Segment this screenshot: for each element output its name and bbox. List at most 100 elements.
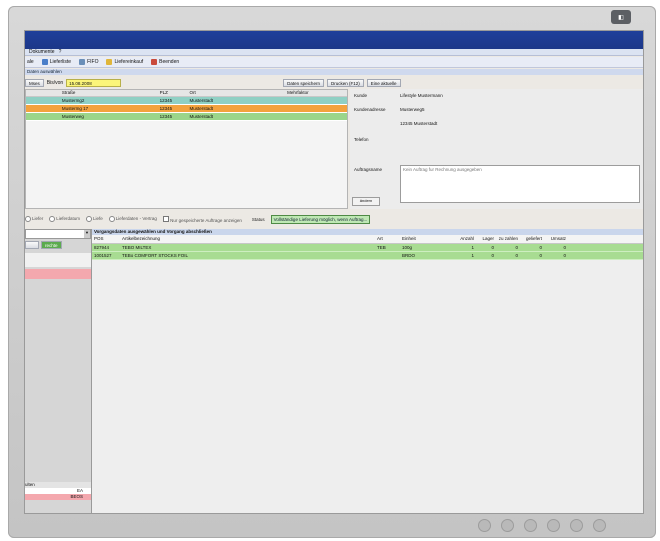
table-cell: Musterweg [61, 114, 84, 119]
date-value: 15.08.2008 [69, 81, 92, 86]
table-cell: Mustermg2 [61, 98, 85, 103]
toolbar-item-fifo[interactable]: FIFO [79, 59, 98, 65]
grid-header-cell[interactable]: Umsatz [542, 235, 566, 243]
folder-icon [106, 59, 113, 65]
detail-value: 12345 Musterstadt [400, 121, 438, 126]
table-cell [26, 105, 62, 112]
table-cell: TEBo COMFORT STOCKS FOIL [122, 253, 189, 258]
change-button[interactable]: ändern [352, 197, 380, 206]
grid-header-cell: Straße [61, 90, 76, 95]
grid-header-cell[interactable]: Einheit [402, 235, 452, 243]
radio-label: Lieferdatum [56, 216, 81, 222]
options-row: Liefer Lieferdatum Liefe Lieferdaten - V… [25, 214, 643, 224]
sidebar-bottom-value: BEOS [25, 494, 91, 500]
sidebar-small-button[interactable] [25, 241, 39, 249]
table-cell [26, 113, 62, 120]
sidebar-highlight [25, 269, 91, 279]
grid-header: Straße PLZ Ort Mehrfaktor [26, 90, 347, 97]
grid-header-cell[interactable]: Artikelbezeichnung [122, 235, 377, 243]
items-grid: Vorgangsdaten ausgewählen und Vorgang ab… [92, 229, 643, 513]
radio-option[interactable]: Lieferdaten - Vertrag [108, 216, 157, 222]
customer-details: Kunde Lifestyle Mustermann Kundenadresse… [350, 89, 643, 209]
sidebar-dropdown[interactable]: ▼ [25, 229, 91, 239]
filter-row: Mses Bis/von 15.08.2008 Daten speichern … [25, 77, 643, 89]
toolbar-label: FIFO [87, 59, 99, 65]
list-icon [41, 59, 48, 65]
table-cell: Mustermg 17 [61, 106, 89, 111]
grid-header-cell: PLZ [159, 90, 168, 95]
toolbar: ale Lieferliste FIFO Liefereinkauf Beend… [25, 57, 643, 68]
radio-icon [49, 216, 56, 222]
toolbar-item-beenden[interactable]: Beenden [151, 59, 179, 65]
grid-header-cell[interactable]: geliefert [518, 235, 542, 243]
print-button[interactable]: Drucken (F12) [326, 79, 364, 87]
detail-label: Kundenadresse [354, 107, 386, 112]
power-button-icon[interactable]: ◧ [611, 10, 631, 24]
toolbar-label: Beenden [159, 59, 180, 65]
menu-item-dokumente[interactable]: Dokumente [29, 49, 55, 55]
mses-button[interactable]: Mses [25, 79, 44, 87]
table-cell: TEBO MILTEX [122, 245, 152, 250]
grid-header-cell[interactable]: Lager [474, 235, 494, 243]
toolbar-label: Lieferliste [49, 59, 72, 65]
table-cell: 0 [563, 245, 566, 250]
toolbar-item-ale[interactable]: ale [27, 59, 34, 65]
order-textbox[interactable]: Kein Auftrag fur Rechnung ausgegeben [400, 165, 640, 203]
grid-header-cell[interactable]: zu zahlen [494, 235, 518, 243]
grid-header-cell[interactable]: Anzahl [452, 235, 474, 243]
radio-option[interactable]: Lieferdatum [49, 216, 80, 222]
title-bar [25, 31, 643, 49]
detail-value: Musterweg5 [400, 107, 425, 112]
checkbox-icon [162, 215, 169, 222]
table-cell: 1 [471, 253, 474, 258]
radio-option[interactable]: Liefe [86, 216, 103, 222]
toolbar-item-liefereinkauf[interactable]: Liefereinkauf [106, 59, 143, 65]
app-window: Dokumente ? ale Lieferliste FIFO Liefere… [24, 30, 644, 514]
menu-bar: Dokumente ? [25, 49, 643, 56]
monitor-button-icon[interactable] [570, 519, 583, 532]
sort-icon [79, 59, 86, 65]
table-cell: 100g [402, 245, 413, 250]
grid-header-cell[interactable]: Art [377, 235, 402, 243]
table-cell: 0 [491, 253, 494, 258]
sidebar-buttons: rechte [25, 241, 91, 249]
monitor-controls [478, 519, 606, 532]
radio-option[interactable]: Liefer [25, 216, 43, 222]
table-cell: 0 [491, 245, 494, 250]
monitor-button-icon[interactable] [547, 519, 560, 532]
monitor-button-icon[interactable] [524, 519, 537, 532]
table-row[interactable]: 827944 TEBO MILTEX TEB 100g 1 0 0 0 0 [92, 244, 643, 252]
table-cell: TEB [377, 245, 386, 250]
table-row[interactable]: 1001527 TEBo COMFORT STOCKS FOIL BRDO 1 … [92, 252, 643, 260]
table-row[interactable]: Mustermg 17 12345 Musterstadt [26, 105, 347, 113]
monitor-button-icon[interactable] [593, 519, 606, 532]
exit-icon [151, 59, 158, 65]
save-data-button[interactable]: Daten speichern [283, 79, 324, 87]
monitor-button-icon[interactable] [501, 519, 514, 532]
table-cell [26, 97, 62, 104]
sidebar-right-button[interactable]: rechte [41, 241, 62, 249]
date-field[interactable]: 15.08.2008 [66, 79, 122, 87]
chevron-down-icon: ▼ [84, 230, 90, 238]
toolbar-item-lieferliste[interactable]: Lieferliste [41, 59, 72, 65]
left-sidebar: ▼ rechte ulten EA BEOS [25, 229, 92, 513]
menu-item-help[interactable]: ? [59, 49, 62, 55]
grid-header-cell[interactable]: POS [92, 235, 122, 243]
table-cell: 827944 [94, 245, 110, 250]
table-cell [377, 252, 402, 259]
monitor-button-icon[interactable] [478, 519, 491, 532]
current-button[interactable]: Eine aktuelle [366, 79, 401, 87]
date-label: Bis/von [46, 80, 64, 86]
saved-orders-checkbox[interactable]: Nur gespeicherte Auftrage anzeigen [162, 215, 242, 223]
table-row[interactable]: Mustermg2 12345 Musterstadt [26, 97, 347, 105]
table-row[interactable]: Musterweg 12345 Musterstadt [26, 113, 347, 121]
table-cell: Musterstadt [189, 114, 213, 119]
grid-header-cell: Ort [189, 90, 196, 95]
detail-value: Lifestyle Mustermann [400, 93, 443, 98]
table-cell: Musterstadt [189, 106, 213, 111]
sidebar-bottom: ulten EA BEOS [25, 482, 91, 500]
table-cell: 1001527 [94, 253, 112, 258]
radio-icon [86, 216, 93, 222]
table-cell: 0 [539, 245, 542, 250]
grid-header-cell: Mehrfaktor [287, 90, 309, 95]
